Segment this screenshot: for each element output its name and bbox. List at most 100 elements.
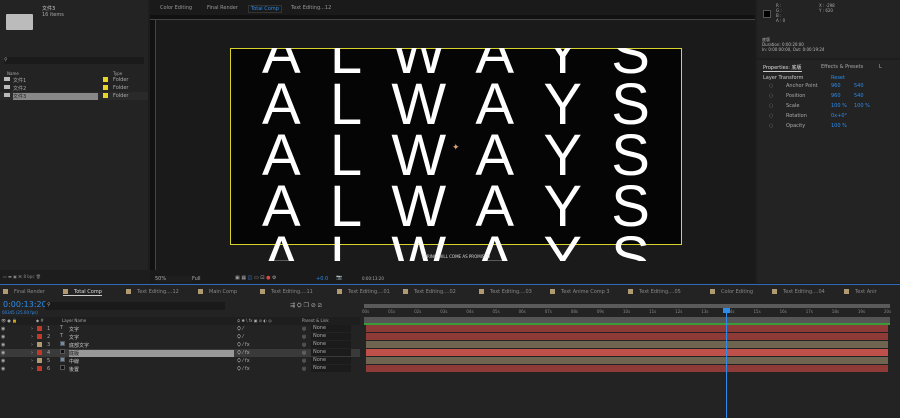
layer-label-color[interactable] — [37, 342, 42, 347]
expand-arrow-icon[interactable]: › — [31, 334, 33, 340]
layer-switches[interactable]: ⛭ ⁄ fx — [237, 358, 250, 364]
comp-tab[interactable]: Color Editing — [710, 289, 753, 295]
property-value-2[interactable]: 540 — [854, 83, 864, 89]
stopwatch-icon[interactable]: ◌ — [769, 93, 773, 99]
comp-tab[interactable]: Text Editing....04 — [772, 289, 825, 295]
project-item[interactable]: 文件2 Folder — [0, 84, 148, 92]
work-area-bar[interactable] — [364, 304, 890, 308]
eye-icon[interactable]: ◉ — [1, 350, 5, 356]
eye-icon[interactable]: ◉ — [1, 358, 5, 364]
viewer-tab[interactable]: Final Render — [207, 5, 238, 11]
timeline-switch-icons[interactable]: ⇶ ⛭ ❐ ⊘ ⧄ — [290, 302, 322, 310]
parent-select[interactable]: None — [311, 349, 351, 356]
viewer-tab[interactable]: Total Comp — [248, 5, 282, 13]
comp-tab[interactable]: Main Comp — [198, 289, 237, 295]
eye-icon[interactable]: ◉ — [1, 326, 5, 332]
layer-label-color[interactable] — [37, 326, 42, 331]
layer-switches[interactable]: ⛭ ⁄ — [237, 334, 243, 340]
property-value-1[interactable]: 960 — [831, 93, 841, 99]
layer-name[interactable]: 後置 — [69, 366, 79, 373]
comp-tab[interactable]: Final Render — [3, 289, 45, 295]
viewer-tools-icons[interactable]: ▣ ▦ ◫ ▭ ⊡ ● ⚙ — [235, 275, 277, 281]
layer-label-color[interactable] — [37, 358, 42, 363]
stopwatch-icon[interactable]: ◌ — [769, 123, 773, 129]
property-value-1[interactable]: 100 % — [831, 103, 847, 109]
layer-name[interactable]: 文字 — [69, 334, 79, 341]
parent-select[interactable]: None — [311, 365, 351, 372]
layer-label-color[interactable] — [37, 366, 42, 371]
stopwatch-icon[interactable]: ◌ — [769, 113, 773, 119]
layer-switches[interactable]: ⛭ ⁄ fx — [237, 342, 250, 348]
expand-arrow-icon[interactable]: › — [31, 358, 33, 364]
stopwatch-icon[interactable]: ◌ — [769, 103, 773, 109]
comp-tab[interactable]: Text Editing....02 — [403, 289, 456, 295]
parent-select[interactable]: None — [311, 341, 351, 348]
layer-row[interactable]: ◉ › 6 後置 ⛭ ⁄ fx ◎ None — [0, 365, 360, 373]
zoom-select[interactable]: 50% — [155, 276, 193, 282]
layer-label-color[interactable] — [37, 334, 42, 339]
layer-switches[interactable]: ⛭ ⁄ fx — [237, 366, 250, 372]
parent-select[interactable]: None — [311, 357, 351, 364]
property-value-1[interactable]: 100 % — [831, 123, 847, 129]
resolution-select[interactable]: Full — [192, 276, 232, 282]
expand-arrow-icon[interactable]: › — [31, 342, 33, 348]
layer-search-input[interactable]: ⚲ — [45, 302, 225, 310]
comp-tab[interactable]: Text Editing....05 — [628, 289, 681, 295]
viewer-tab[interactable]: Text Editing...12 — [291, 5, 331, 11]
pickwhip-icon[interactable]: ◎ — [302, 342, 306, 348]
layer-row[interactable]: ◉ › 4 底版 ⛭ ⁄ fx ◎ None — [0, 349, 360, 357]
pickwhip-icon[interactable]: ◎ — [302, 350, 306, 356]
property-value-2[interactable]: 540 — [854, 93, 864, 99]
layer-switches[interactable]: ⛭ ⁄ — [237, 326, 243, 332]
project-item[interactable]: 文件1 Folder — [0, 76, 148, 84]
parent-select[interactable]: None — [311, 333, 351, 340]
viewer-tab[interactable]: Color Editing — [160, 5, 192, 11]
anchor-point-icon[interactable]: ✦ — [452, 143, 460, 153]
property-value-1[interactable]: 0x+0° — [831, 113, 847, 119]
layer-duration-bar[interactable] — [366, 341, 888, 348]
comp-tab[interactable]: Text Editing....03 — [479, 289, 532, 295]
comp-tab[interactable]: Text Editing....11 — [260, 289, 313, 295]
exposure-value[interactable]: +0.0 — [316, 276, 328, 282]
camera-icon[interactable]: 📷 — [336, 275, 342, 281]
column-parent-link[interactable]: Parent & Link — [302, 318, 329, 323]
expand-arrow-icon[interactable]: › — [31, 326, 33, 332]
eye-icon[interactable]: ◉ — [1, 342, 5, 348]
pickwhip-icon[interactable]: ◎ — [302, 358, 306, 364]
comp-tab[interactable]: Total Comp — [63, 289, 102, 296]
layer-duration-bar[interactable] — [366, 333, 888, 340]
layer-duration-bar[interactable] — [366, 365, 888, 372]
layer-name[interactable]: 底部文字 — [69, 342, 89, 349]
project-item[interactable]: 文件3 Folder — [0, 92, 148, 100]
tab-l[interactable]: L — [879, 64, 882, 70]
property-value-1[interactable]: 960 — [831, 83, 841, 89]
viewer-timecode[interactable]: 0:00:13:20 — [362, 276, 384, 281]
tab-effects-presets[interactable]: Effects & Presets — [821, 64, 863, 70]
eye-icon[interactable]: ◉ — [1, 366, 5, 372]
expand-arrow-icon[interactable]: › — [31, 366, 33, 372]
tab-properties[interactable]: Properties: 底版 — [763, 64, 802, 72]
pickwhip-icon[interactable]: ◎ — [302, 326, 306, 332]
expand-arrow-icon[interactable]: › — [31, 350, 33, 356]
layer-row[interactable]: ◉ › 1 T 文字 ⛭ ⁄ ◎ None — [0, 325, 360, 333]
layer-row[interactable]: ◉ › 5 中線 ⛭ ⁄ fx ◎ None — [0, 357, 360, 365]
layer-duration-bar[interactable] — [366, 357, 888, 364]
parent-select[interactable]: None — [311, 325, 351, 332]
current-timecode[interactable]: 0:00:13:20 — [3, 300, 47, 309]
bpc-button[interactable]: 8 bpc — [23, 274, 34, 279]
layer-row[interactable]: ◉ › 3 底部文字 ⛭ ⁄ fx ◎ None — [0, 341, 360, 349]
pickwhip-icon[interactable]: ◎ — [302, 366, 306, 372]
pickwhip-icon[interactable]: ◎ — [302, 334, 306, 340]
project-search-input[interactable]: ⚲ — [4, 57, 144, 64]
stopwatch-icon[interactable]: ◌ — [769, 83, 773, 89]
layer-duration-bar[interactable] — [366, 349, 888, 356]
layer-name[interactable]: 中線 — [69, 358, 79, 365]
layer-name[interactable]: 底版 — [69, 350, 234, 357]
property-value-2[interactable]: 100 % — [854, 103, 870, 109]
layer-label-color[interactable] — [37, 350, 42, 355]
comp-tab[interactable]: Text Anir — [844, 289, 877, 295]
comp-tab[interactable]: Text Editing....12 — [126, 289, 179, 295]
layer-switches[interactable]: ⛭ ⁄ fx — [237, 350, 250, 356]
eye-icon[interactable]: ◉ — [1, 334, 5, 340]
layer-name[interactable]: 文字 — [69, 326, 79, 333]
